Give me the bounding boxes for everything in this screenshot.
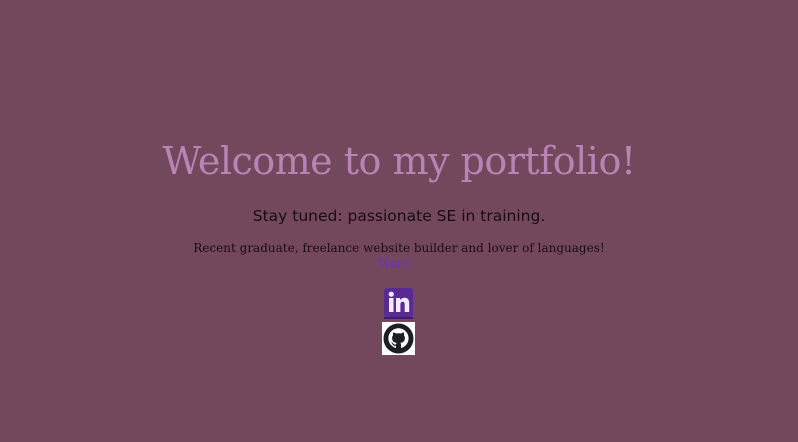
tagline: Stay tuned: passionate SE in training. [252, 207, 546, 225]
intro-text: Recent graduate, freelance website build… [193, 241, 605, 255]
portfolio-landing: Welcome to my portfolio! Stay tuned: pas… [0, 0, 798, 442]
github-link[interactable] [382, 322, 415, 355]
more-link[interactable]: More... [0, 256, 798, 271]
linkedin-icon [384, 288, 413, 319]
github-icon [382, 322, 415, 355]
page-title: Welcome to my portfolio! [162, 139, 636, 183]
linkedin-link[interactable] [382, 287, 415, 320]
